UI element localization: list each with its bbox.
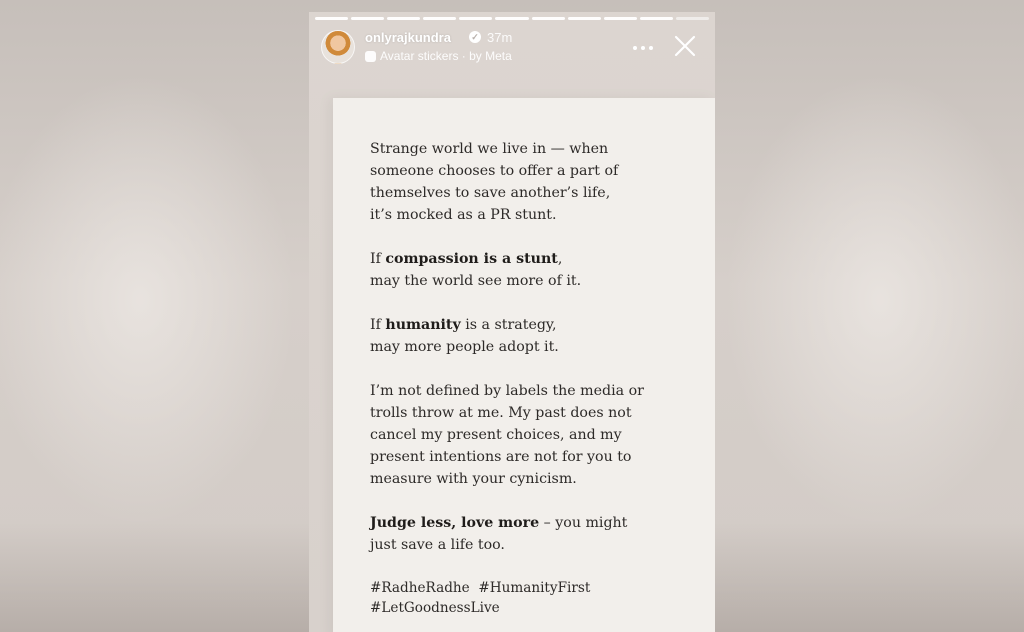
more-dot: [633, 46, 637, 50]
post-text: Strange world we live in — when someone …: [370, 138, 680, 632]
text-line: Strange world we live in — when: [370, 141, 609, 157]
progress-segment: [567, 17, 601, 20]
text-line: may the world see more of it.: [370, 273, 582, 289]
more-dot: [649, 46, 653, 50]
text-segment: If: [370, 317, 386, 333]
paragraph-1: Strange world we live in — when someone …: [370, 138, 680, 226]
progress-segment: [531, 17, 565, 20]
avatar[interactable]: [321, 30, 355, 64]
post-time: 37m: [487, 30, 513, 45]
story-progress-bar: [315, 17, 710, 20]
text-line: measure with your cynicism.: [370, 471, 577, 487]
progress-segment: [675, 17, 710, 20]
progress-segment: [639, 17, 673, 20]
bold-text: compassion is a stunt: [385, 251, 558, 267]
progress-segment: [495, 17, 529, 20]
text-line: it’s mocked as a PR stunt.: [370, 207, 557, 223]
text-line: I’m not defined by labels the media or: [370, 383, 644, 399]
post-card: Strange world we live in — when someone …: [333, 98, 715, 632]
progress-segment: [459, 17, 493, 20]
paragraph-3: If humanity is a strategy, may more peop…: [370, 314, 680, 358]
paragraph-5: Judge less, love more – you might just s…: [370, 512, 680, 556]
text-line: just save a life too.: [370, 537, 505, 553]
text-segment: – you might: [539, 515, 628, 531]
story-header: onlyrajkundra ✓ 37m Avatar stickers · by…: [321, 28, 703, 68]
sticker-icon: [365, 50, 376, 62]
text-line: someone chooses to offer a part of: [370, 163, 619, 179]
text-segment: If: [370, 251, 386, 267]
progress-segment: [423, 17, 457, 20]
bold-text: Judge less, love more: [370, 515, 540, 531]
hashtag-line: #LetGoodnessLive: [370, 600, 500, 616]
text-line: themselves to save another’s life,: [370, 185, 611, 201]
username-link[interactable]: onlyrajkundra: [365, 30, 451, 45]
hashtags: #RadheRadhe #HumanityFirst #LetGoodnessL…: [370, 578, 680, 618]
progress-segment: [351, 17, 385, 20]
text-line: If compassion is a stunt,: [370, 248, 680, 270]
sticker-attribution-text: Avatar stickers · by Meta: [380, 49, 512, 63]
story-viewer: onlyrajkundra ✓ 37m Avatar stickers · by…: [309, 12, 715, 632]
more-icon[interactable]: [633, 38, 653, 58]
text-segment: is a strategy,: [460, 317, 557, 333]
text-line: may more people adopt it.: [370, 339, 559, 355]
text-line: If humanity is a strategy,: [370, 314, 680, 336]
progress-segment: [387, 17, 421, 20]
verified-badge-icon: ✓: [469, 31, 481, 43]
progress-segment: [315, 17, 349, 20]
paragraph-4: I’m not defined by labels the media or t…: [370, 380, 680, 490]
text-line: present intentions are not for you to: [370, 449, 632, 465]
progress-segment: [603, 17, 637, 20]
bold-text: humanity: [385, 317, 461, 333]
paragraph-2: If compassion is a stunt, may the world …: [370, 248, 680, 292]
text-line: Judge less, love more – you might: [370, 512, 680, 534]
hashtag-line: #RadheRadhe #HumanityFirst: [370, 580, 591, 596]
text-line: cancel my present choices, and my: [370, 427, 622, 443]
more-dot: [641, 46, 645, 50]
sticker-attribution[interactable]: Avatar stickers · by Meta: [365, 49, 512, 63]
text-segment: ,: [557, 251, 563, 267]
text-line: trolls throw at me. My past does not: [370, 405, 632, 421]
close-icon[interactable]: [673, 34, 697, 58]
